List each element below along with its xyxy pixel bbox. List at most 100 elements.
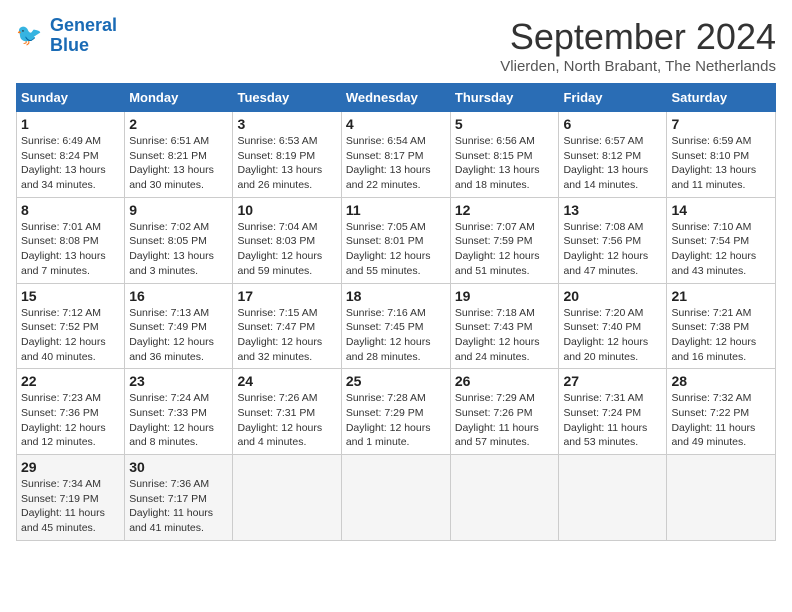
day-detail: Sunrise: 7:32 AMSunset: 7:22 PMDaylight:…: [671, 392, 755, 448]
day-detail: Sunrise: 7:07 AMSunset: 7:59 PMDaylight:…: [455, 221, 540, 277]
calendar-cell: 5 Sunrise: 6:56 AMSunset: 8:15 PMDayligh…: [450, 112, 559, 198]
day-number: 29: [21, 459, 120, 475]
day-number: 28: [671, 373, 771, 389]
day-number: 21: [671, 288, 771, 304]
location-subtitle: Vlierden, North Brabant, The Netherlands: [500, 58, 776, 75]
calendar-cell: 13 Sunrise: 7:08 AMSunset: 7:56 PMDaylig…: [559, 197, 667, 283]
calendar-week-1: 1 Sunrise: 6:49 AMSunset: 8:24 PMDayligh…: [17, 112, 776, 198]
day-detail: Sunrise: 6:53 AMSunset: 8:19 PMDaylight:…: [237, 135, 322, 191]
logo-line2: Blue: [50, 35, 89, 55]
day-detail: Sunrise: 7:16 AMSunset: 7:45 PMDaylight:…: [346, 307, 431, 363]
day-detail: Sunrise: 6:59 AMSunset: 8:10 PMDaylight:…: [671, 135, 756, 191]
day-number: 16: [129, 288, 228, 304]
day-detail: Sunrise: 7:12 AMSunset: 7:52 PMDaylight:…: [21, 307, 106, 363]
day-number: 14: [671, 202, 771, 218]
day-detail: Sunrise: 7:05 AMSunset: 8:01 PMDaylight:…: [346, 221, 431, 277]
calendar-cell: 8 Sunrise: 7:01 AMSunset: 8:08 PMDayligh…: [17, 197, 125, 283]
header-wednesday: Wednesday: [341, 84, 450, 112]
calendar-cell: 4 Sunrise: 6:54 AMSunset: 8:17 PMDayligh…: [341, 112, 450, 198]
calendar-cell: 18 Sunrise: 7:16 AMSunset: 7:45 PMDaylig…: [341, 283, 450, 369]
day-number: 7: [671, 116, 771, 132]
calendar-cell: 26 Sunrise: 7:29 AMSunset: 7:26 PMDaylig…: [450, 369, 559, 455]
calendar-cell: [450, 455, 559, 541]
calendar-cell: 10 Sunrise: 7:04 AMSunset: 8:03 PMDaylig…: [233, 197, 341, 283]
day-detail: Sunrise: 6:57 AMSunset: 8:12 PMDaylight:…: [563, 135, 648, 191]
day-detail: Sunrise: 7:24 AMSunset: 7:33 PMDaylight:…: [129, 392, 214, 448]
calendar-cell: 24 Sunrise: 7:26 AMSunset: 7:31 PMDaylig…: [233, 369, 341, 455]
calendar-cell: [233, 455, 341, 541]
day-detail: Sunrise: 7:29 AMSunset: 7:26 PMDaylight:…: [455, 392, 539, 448]
logo: 🐦 General Blue: [16, 16, 117, 56]
day-number: 22: [21, 373, 120, 389]
day-number: 30: [129, 459, 228, 475]
day-detail: Sunrise: 7:26 AMSunset: 7:31 PMDaylight:…: [237, 392, 322, 448]
page-header: 🐦 General Blue September 2024 Vlierden, …: [16, 16, 776, 75]
day-detail: Sunrise: 7:23 AMSunset: 7:36 PMDaylight:…: [21, 392, 106, 448]
day-number: 10: [237, 202, 336, 218]
header-friday: Friday: [559, 84, 667, 112]
day-number: 18: [346, 288, 446, 304]
calendar-cell: 6 Sunrise: 6:57 AMSunset: 8:12 PMDayligh…: [559, 112, 667, 198]
day-detail: Sunrise: 7:08 AMSunset: 7:56 PMDaylight:…: [563, 221, 648, 277]
calendar-cell: 29 Sunrise: 7:34 AMSunset: 7:19 PMDaylig…: [17, 455, 125, 541]
calendar-cell: 19 Sunrise: 7:18 AMSunset: 7:43 PMDaylig…: [450, 283, 559, 369]
svg-text:🐦: 🐦: [16, 24, 42, 47]
day-detail: Sunrise: 7:15 AMSunset: 7:47 PMDaylight:…: [237, 307, 322, 363]
calendar-cell: 28 Sunrise: 7:32 AMSunset: 7:22 PMDaylig…: [667, 369, 776, 455]
day-number: 17: [237, 288, 336, 304]
day-detail: Sunrise: 6:51 AMSunset: 8:21 PMDaylight:…: [129, 135, 214, 191]
calendar-week-4: 22 Sunrise: 7:23 AMSunset: 7:36 PMDaylig…: [17, 369, 776, 455]
day-detail: Sunrise: 7:28 AMSunset: 7:29 PMDaylight:…: [346, 392, 431, 448]
calendar-cell: 27 Sunrise: 7:31 AMSunset: 7:24 PMDaylig…: [559, 369, 667, 455]
day-detail: Sunrise: 7:18 AMSunset: 7:43 PMDaylight:…: [455, 307, 540, 363]
day-number: 2: [129, 116, 228, 132]
day-number: 6: [563, 116, 662, 132]
calendar-cell: 12 Sunrise: 7:07 AMSunset: 7:59 PMDaylig…: [450, 197, 559, 283]
calendar-cell: 16 Sunrise: 7:13 AMSunset: 7:49 PMDaylig…: [125, 283, 233, 369]
day-number: 8: [21, 202, 120, 218]
calendar-cell: 15 Sunrise: 7:12 AMSunset: 7:52 PMDaylig…: [17, 283, 125, 369]
logo-text: General Blue: [50, 16, 117, 56]
day-detail: Sunrise: 7:20 AMSunset: 7:40 PMDaylight:…: [563, 307, 648, 363]
day-number: 20: [563, 288, 662, 304]
header-tuesday: Tuesday: [233, 84, 341, 112]
calendar-cell: 22 Sunrise: 7:23 AMSunset: 7:36 PMDaylig…: [17, 369, 125, 455]
calendar-cell: [341, 455, 450, 541]
calendar-cell: 1 Sunrise: 6:49 AMSunset: 8:24 PMDayligh…: [17, 112, 125, 198]
calendar-cell: 23 Sunrise: 7:24 AMSunset: 7:33 PMDaylig…: [125, 369, 233, 455]
day-detail: Sunrise: 7:21 AMSunset: 7:38 PMDaylight:…: [671, 307, 756, 363]
day-number: 3: [237, 116, 336, 132]
header-monday: Monday: [125, 84, 233, 112]
title-block: September 2024 Vlierden, North Brabant, …: [500, 16, 776, 75]
calendar-week-2: 8 Sunrise: 7:01 AMSunset: 8:08 PMDayligh…: [17, 197, 776, 283]
calendar-cell: 2 Sunrise: 6:51 AMSunset: 8:21 PMDayligh…: [125, 112, 233, 198]
calendar-cell: 14 Sunrise: 7:10 AMSunset: 7:54 PMDaylig…: [667, 197, 776, 283]
day-number: 24: [237, 373, 336, 389]
logo-line1: General: [50, 15, 117, 35]
day-detail: Sunrise: 7:04 AMSunset: 8:03 PMDaylight:…: [237, 221, 322, 277]
calendar-cell: 30 Sunrise: 7:36 AMSunset: 7:17 PMDaylig…: [125, 455, 233, 541]
calendar-cell: 21 Sunrise: 7:21 AMSunset: 7:38 PMDaylig…: [667, 283, 776, 369]
day-detail: Sunrise: 7:01 AMSunset: 8:08 PMDaylight:…: [21, 221, 106, 277]
day-detail: Sunrise: 6:49 AMSunset: 8:24 PMDaylight:…: [21, 135, 106, 191]
calendar-cell: 3 Sunrise: 6:53 AMSunset: 8:19 PMDayligh…: [233, 112, 341, 198]
day-number: 5: [455, 116, 555, 132]
day-number: 23: [129, 373, 228, 389]
day-detail: Sunrise: 7:34 AMSunset: 7:19 PMDaylight:…: [21, 478, 105, 534]
day-number: 11: [346, 202, 446, 218]
calendar-cell: 7 Sunrise: 6:59 AMSunset: 8:10 PMDayligh…: [667, 112, 776, 198]
day-number: 13: [563, 202, 662, 218]
header-sunday: Sunday: [17, 84, 125, 112]
calendar-cell: 9 Sunrise: 7:02 AMSunset: 8:05 PMDayligh…: [125, 197, 233, 283]
day-number: 26: [455, 373, 555, 389]
calendar-cell: 11 Sunrise: 7:05 AMSunset: 8:01 PMDaylig…: [341, 197, 450, 283]
calendar-week-5: 29 Sunrise: 7:34 AMSunset: 7:19 PMDaylig…: [17, 455, 776, 541]
day-number: 19: [455, 288, 555, 304]
calendar-cell: 17 Sunrise: 7:15 AMSunset: 7:47 PMDaylig…: [233, 283, 341, 369]
calendar-cell: 25 Sunrise: 7:28 AMSunset: 7:29 PMDaylig…: [341, 369, 450, 455]
calendar-cell: 20 Sunrise: 7:20 AMSunset: 7:40 PMDaylig…: [559, 283, 667, 369]
day-detail: Sunrise: 6:54 AMSunset: 8:17 PMDaylight:…: [346, 135, 431, 191]
day-detail: Sunrise: 7:36 AMSunset: 7:17 PMDaylight:…: [129, 478, 213, 534]
day-number: 9: [129, 202, 228, 218]
day-detail: Sunrise: 7:10 AMSunset: 7:54 PMDaylight:…: [671, 221, 756, 277]
